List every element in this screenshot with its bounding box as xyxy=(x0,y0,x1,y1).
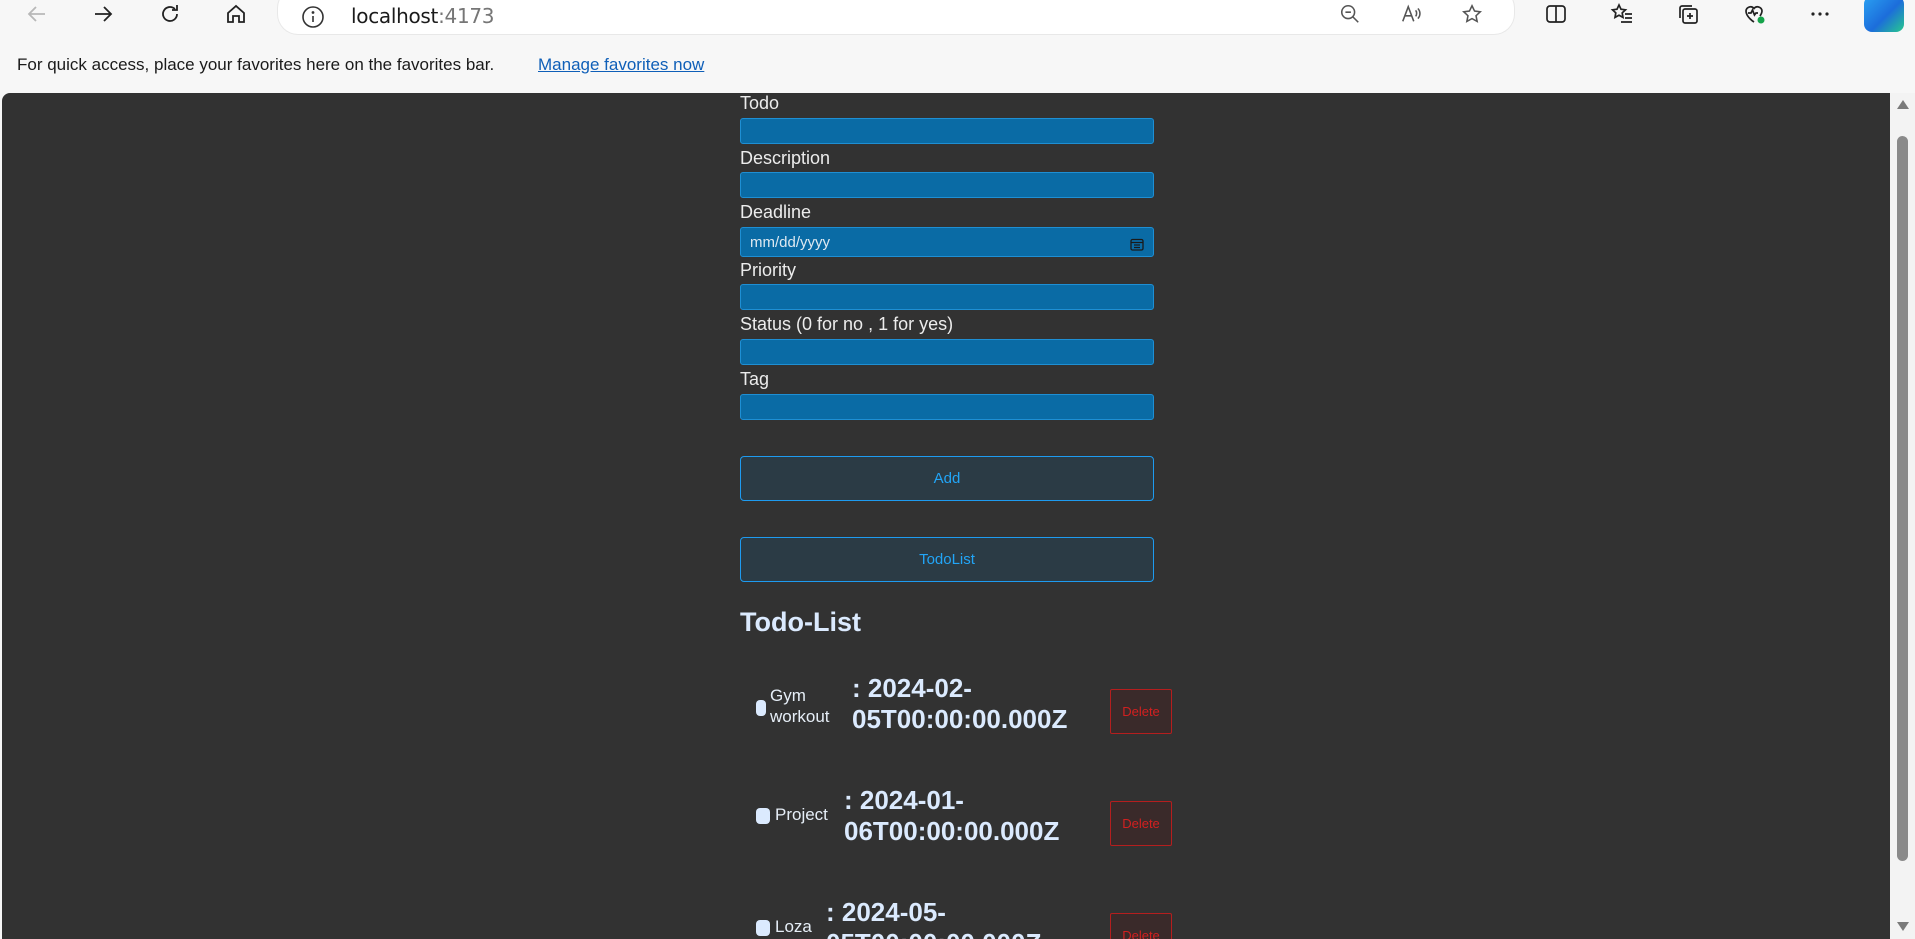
delete-button[interactable]: Delete xyxy=(1110,913,1172,939)
todo-item-deadline: : 2024-01- 06T00:00:00.000Z xyxy=(844,785,1059,847)
forward-icon[interactable] xyxy=(83,0,123,28)
description-input[interactable] xyxy=(740,172,1154,198)
url-port: :4173 xyxy=(438,4,495,28)
url-host: localhost xyxy=(351,4,439,28)
todo-item-name: Project xyxy=(775,804,828,825)
deadline-label: Deadline xyxy=(740,202,812,222)
todo-item-name: Loza xyxy=(775,916,812,937)
todo-item-name-line1: Gym xyxy=(770,686,806,705)
favorites-bar: For quick access, place your favorites h… xyxy=(0,44,1915,84)
favorite-star-icon[interactable] xyxy=(1454,0,1490,30)
read-aloud-icon[interactable] xyxy=(1393,0,1429,30)
todo-item-deadline-line1: : 2024-01- xyxy=(844,785,964,815)
todo-item-name-line2: workout xyxy=(770,707,830,726)
todo-checkbox[interactable] xyxy=(756,700,766,716)
browser-toolbar: localhost:4173 xyxy=(0,0,1915,36)
todo-list-title: Todo-List xyxy=(740,607,861,637)
delete-button[interactable]: Delete xyxy=(1110,801,1172,846)
refresh-icon[interactable] xyxy=(150,0,190,28)
priority-label: Priority xyxy=(740,260,797,280)
todo-item-deadline-line1: : 2024-05- xyxy=(826,897,946,927)
deadline-date-input[interactable]: mm/dd/yyyy xyxy=(740,227,1154,257)
todo-item-name-line1: Loza xyxy=(775,917,812,936)
scrollbar-thumb[interactable] xyxy=(1897,136,1908,861)
favorites-message: For quick access, place your favorites h… xyxy=(17,55,495,74)
page-scrollbar[interactable] xyxy=(1890,93,1915,939)
delete-button[interactable]: Delete xyxy=(1110,689,1172,734)
url-text[interactable]: localhost:4173 xyxy=(351,4,495,28)
browser-essentials-icon[interactable] xyxy=(1734,0,1774,28)
calendar-icon[interactable] xyxy=(1130,235,1144,251)
todo-item-deadline: : 2024-02- 05T00:00:00.000Z xyxy=(852,673,1067,735)
priority-input[interactable] xyxy=(740,284,1154,310)
collections-icon[interactable] xyxy=(1668,0,1708,28)
page-viewport: Todo Description Deadline mm/dd/yyyy Pri… xyxy=(2,93,1890,939)
tag-label: Tag xyxy=(740,369,770,389)
status-input[interactable] xyxy=(740,339,1154,365)
scroll-down-arrow-icon[interactable] xyxy=(1897,922,1909,931)
zoom-out-icon[interactable] xyxy=(1332,0,1368,30)
copilot-icon[interactable] xyxy=(1864,0,1904,32)
todo-checkbox[interactable] xyxy=(756,808,770,824)
split-screen-icon[interactable] xyxy=(1536,0,1576,28)
todo-item-deadline-line2: 05T00:00:00.000Z xyxy=(852,704,1068,734)
description-label: Description xyxy=(740,148,831,168)
add-button[interactable]: Add xyxy=(740,456,1154,501)
manage-favorites-link[interactable]: Manage favorites now xyxy=(538,55,704,75)
tag-input[interactable] xyxy=(740,394,1154,420)
todo-item-deadline: : 2024-05- 05T00:00:00.000Z xyxy=(826,897,1041,939)
more-options-icon[interactable] xyxy=(1800,0,1840,28)
site-info-icon[interactable] xyxy=(298,2,328,32)
todolist-button[interactable]: TodoList xyxy=(740,537,1154,582)
todo-item-name-line1: Project xyxy=(775,805,828,824)
status-label: Status (0 for no , 1 for yes) xyxy=(740,314,954,334)
todo-item-deadline-line2: 05T00:00:00.000Z xyxy=(826,928,1041,939)
home-icon[interactable] xyxy=(216,0,256,28)
todo-input[interactable] xyxy=(740,118,1154,144)
favorites-icon[interactable] xyxy=(1602,0,1642,28)
todo-item-name: Gym workout xyxy=(770,685,830,727)
address-bar[interactable]: localhost:4173 xyxy=(278,0,1514,34)
todo-label: Todo xyxy=(740,93,780,113)
todo-checkbox[interactable] xyxy=(756,920,770,936)
todo-item-deadline-line2: 06T00:00:00.000Z xyxy=(844,816,1060,846)
todo-item-deadline-line1: : 2024-02- xyxy=(852,673,972,703)
scroll-up-arrow-icon[interactable] xyxy=(1897,100,1909,109)
deadline-placeholder: mm/dd/yyyy xyxy=(750,234,831,251)
back-icon[interactable] xyxy=(17,0,57,28)
